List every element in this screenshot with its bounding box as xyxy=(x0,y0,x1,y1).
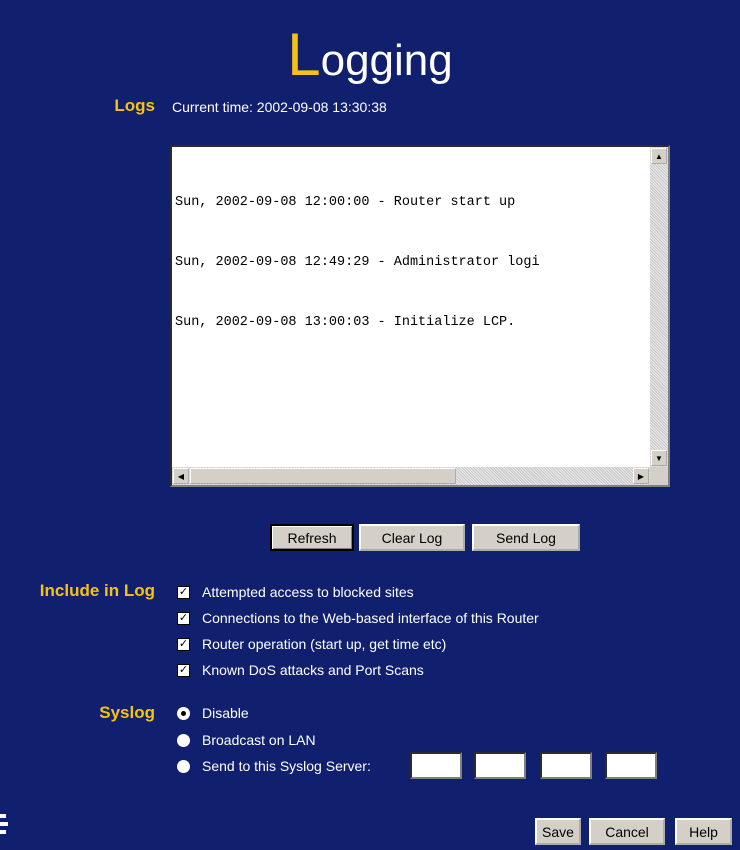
log-entry: Sun, 2002-09-08 12:00:00 - Router start … xyxy=(175,195,516,210)
radio-button[interactable] xyxy=(177,733,190,747)
syslog-option-label: Send to this Syslog Server: xyxy=(202,758,371,774)
include-option-dos-attacks[interactable]: ✓ Known DoS attacks and Port Scans xyxy=(177,662,424,678)
syslog-ip-octet-4[interactable] xyxy=(605,752,657,779)
clear-log-button[interactable]: Clear Log xyxy=(359,524,465,551)
vertical-scrollbar[interactable]: ▲ ▼ xyxy=(650,147,668,467)
log-textarea[interactable]: Sun, 2002-09-08 12:00:00 - Router start … xyxy=(170,145,670,487)
log-entry: Sun, 2002-09-08 13:00:03 - Initialize LC… xyxy=(175,315,516,330)
save-button[interactable]: Save xyxy=(535,818,581,845)
cancel-button[interactable]: Cancel xyxy=(589,818,665,845)
checkbox[interactable]: ✓ xyxy=(177,637,190,651)
include-option-router-operation[interactable]: ✓ Router operation (start up, get time e… xyxy=(177,636,446,652)
include-option-label: Connections to the Web-based interface o… xyxy=(202,610,539,626)
radio-button[interactable] xyxy=(177,706,190,720)
scroll-corner xyxy=(650,467,668,485)
syslog-option-server[interactable]: Send to this Syslog Server: xyxy=(177,758,371,774)
page-title-rest: ogging xyxy=(320,36,453,85)
include-in-log-label: Include in Log xyxy=(39,581,155,600)
send-log-button[interactable]: Send Log xyxy=(472,524,580,551)
scroll-down-icon[interactable]: ▼ xyxy=(651,450,667,466)
include-option-label: Router operation (start up, get time etc… xyxy=(202,636,447,652)
checkbox[interactable]: ✓ xyxy=(177,663,190,677)
help-button[interactable]: Help xyxy=(675,818,732,845)
checkbox[interactable]: ✓ xyxy=(177,611,190,625)
include-option-blocked-sites[interactable]: ✓ Attempted access to blocked sites xyxy=(177,584,414,600)
checkbox[interactable]: ✓ xyxy=(177,585,190,599)
include-option-label: Known DoS attacks and Port Scans xyxy=(202,662,424,678)
radio-selected-dot xyxy=(181,710,186,716)
scroll-left-icon[interactable]: ◀ xyxy=(173,468,189,484)
horizontal-scroll-thumb[interactable] xyxy=(190,468,456,484)
scroll-up-icon[interactable]: ▲ xyxy=(651,148,667,164)
log-entry: Sun, 2002-09-08 12:49:29 - Administrator… xyxy=(175,255,540,270)
page-title-initial: L xyxy=(287,21,321,88)
include-option-label: Attempted access to blocked sites xyxy=(202,584,414,600)
syslog-ip-octet-2[interactable] xyxy=(474,752,526,779)
horizontal-scrollbar[interactable]: ◀ ▶ xyxy=(172,467,650,485)
syslog-option-label: Disable xyxy=(202,705,249,721)
logs-label: Logs xyxy=(114,96,155,115)
syslog-option-label: Broadcast on LAN xyxy=(202,732,316,748)
include-option-web-interface[interactable]: ✓ Connections to the Web-based interface… xyxy=(177,610,539,626)
log-lines: Sun, 2002-09-08 12:00:00 - Router start … xyxy=(175,153,540,373)
edge-marker-icon xyxy=(0,814,8,834)
radio-button[interactable] xyxy=(177,759,190,773)
refresh-button[interactable]: Refresh xyxy=(270,524,354,551)
page-title: Logging xyxy=(0,20,740,89)
syslog-ip-octet-3[interactable] xyxy=(540,752,592,779)
syslog-option-broadcast[interactable]: Broadcast on LAN xyxy=(177,732,316,748)
syslog-label: Syslog xyxy=(99,703,155,722)
current-time: Current time: 2002-09-08 13:30:38 xyxy=(172,99,387,115)
scroll-right-icon[interactable]: ▶ xyxy=(633,468,649,484)
syslog-option-disable[interactable]: Disable xyxy=(177,705,249,721)
syslog-ip-octet-1[interactable] xyxy=(410,752,462,779)
